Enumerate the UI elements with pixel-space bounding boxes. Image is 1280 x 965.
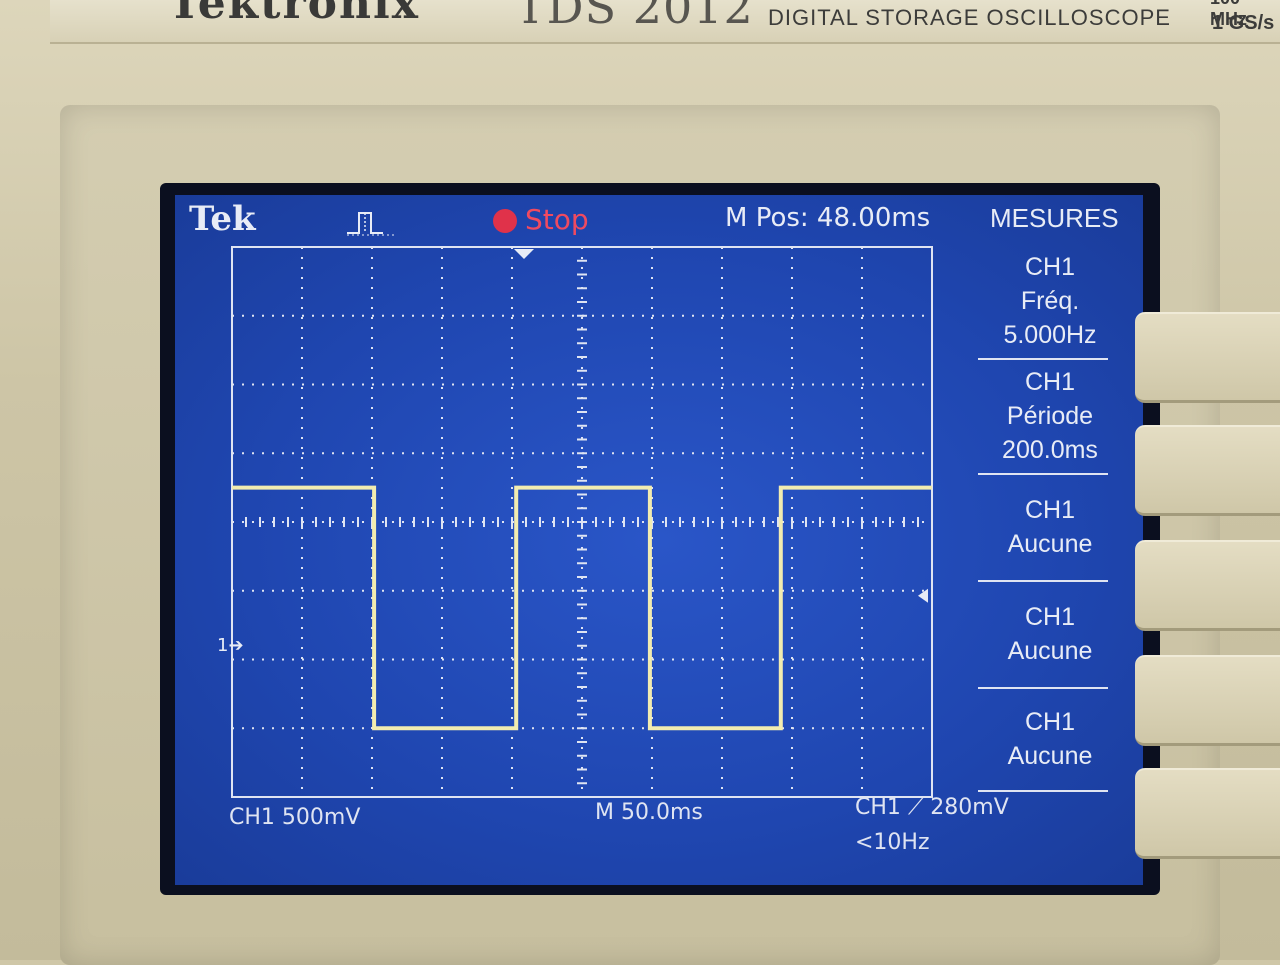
ch1-volts-per-div: CH1 500mV: [229, 805, 361, 830]
measure-slot-1[interactable]: CH1 Fréq. 5.000Hz: [970, 250, 1130, 352]
time-per-div: M 50.0ms: [595, 800, 703, 825]
measure-menu: MESURES CH1 Fréq. 5.000Hz CH1 Période 20…: [970, 195, 1140, 885]
measure-source: CH1: [1024, 708, 1075, 736]
display-screen: Tek Stop M Pos: 48.00ms 1➔ CH1 500mV M 5…: [175, 195, 1143, 885]
measure-value: 5.000Hz: [1003, 321, 1097, 349]
menu-divider: [978, 687, 1108, 689]
trigger-frequency: <10Hz: [855, 830, 930, 855]
model-number: TDS 2012: [515, 0, 754, 34]
tek-logo: Tek: [189, 199, 256, 239]
measure-slot-3[interactable]: CH1 Aucune: [970, 493, 1130, 561]
measure-value: 200.0ms: [1002, 436, 1098, 464]
measure-name: Aucune: [1007, 637, 1093, 665]
front-panel-header: Tektronix TDS 2012 DIGITAL STORAGE OSCIL…: [50, 0, 1280, 44]
menu-button-2[interactable]: [1135, 425, 1280, 516]
ch1-ground-marker: 1➔: [217, 635, 244, 656]
measure-name: Aucune: [1007, 742, 1093, 770]
measure-name: Aucune: [1007, 530, 1093, 558]
sample-rate-label: 1 GS/s: [1212, 12, 1275, 34]
menu-divider: [978, 790, 1108, 792]
measure-source: CH1: [1024, 368, 1075, 396]
horizontal-position: M Pos: 48.00ms: [725, 203, 931, 233]
menu-button-4[interactable]: [1135, 655, 1280, 746]
trigger-position-icon: [514, 249, 534, 259]
brand-logo: Tektronix: [168, 0, 420, 29]
menu-divider: [978, 358, 1108, 360]
measure-source: CH1: [1024, 253, 1075, 281]
menu-button-5[interactable]: [1135, 768, 1280, 859]
model-subtitle: DIGITAL STORAGE OSCILLOSCOPE: [768, 5, 1171, 30]
run-state: Stop: [525, 203, 589, 236]
stop-indicator-icon: [493, 209, 517, 233]
menu-title: MESURES: [990, 203, 1119, 233]
menu-button-1[interactable]: [1135, 312, 1280, 403]
menu-divider: [978, 580, 1108, 582]
measure-slot-4[interactable]: CH1 Aucune: [970, 600, 1130, 668]
trigger-pulse-icon: [347, 212, 395, 236]
measure-name: Fréq.: [1020, 287, 1080, 315]
menu-divider: [978, 473, 1108, 475]
menu-button-3[interactable]: [1135, 540, 1280, 631]
measure-slot-2[interactable]: CH1 Période 200.0ms: [970, 365, 1130, 467]
measure-source: CH1: [1024, 496, 1075, 524]
waveform-graticule: [231, 246, 933, 798]
measure-source: CH1: [1024, 603, 1075, 631]
measure-name: Période: [1006, 402, 1094, 430]
measure-slot-5[interactable]: CH1 Aucune: [970, 705, 1130, 773]
